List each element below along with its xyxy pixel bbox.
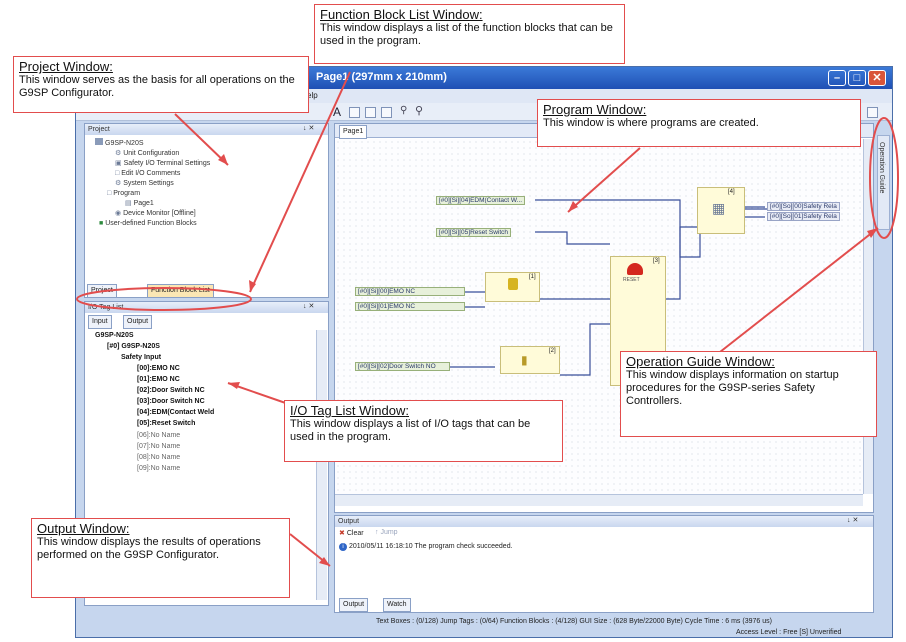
highlight-oval-operation-guide xyxy=(869,117,899,239)
callout-title: Operation Guide Window: xyxy=(626,354,775,369)
arrow-operation-guide xyxy=(719,227,879,353)
callout-title: Project Window: xyxy=(19,59,113,74)
callout-io-tag-list: I/O Tag List Window: This window display… xyxy=(284,400,563,462)
callout-operation-guide: Operation Guide Window: This window disp… xyxy=(620,351,877,437)
highlight-oval-tabs xyxy=(76,287,252,311)
arrowhead xyxy=(568,201,578,212)
arrowhead xyxy=(228,382,240,389)
callout-output-window: Output Window: This window displays the … xyxy=(31,518,290,598)
callout-body: This window displays the results of oper… xyxy=(37,536,261,561)
callout-title: I/O Tag List Window: xyxy=(290,403,409,418)
callout-title: Function Block List Window: xyxy=(320,7,483,22)
callout-body: This window serves as the basis for all … xyxy=(19,74,295,99)
callout-body: This window displays a list of the funct… xyxy=(320,22,613,47)
callout-function-block-list: Function Block List Window: This window … xyxy=(314,4,625,64)
callout-body: This window displays a list of I/O tags … xyxy=(290,418,531,443)
callout-project-window: Project Window: This window serves as th… xyxy=(13,56,309,113)
callout-body: This window displays information on star… xyxy=(626,369,839,407)
arrow-project xyxy=(174,113,229,166)
callout-program-window: Program Window: This window is where pro… xyxy=(537,99,861,147)
callout-title: Program Window: xyxy=(543,102,647,117)
callout-body: This window is where programs are create… xyxy=(543,117,759,129)
arrow-program xyxy=(567,147,641,213)
callout-title: Output Window: xyxy=(37,521,130,536)
